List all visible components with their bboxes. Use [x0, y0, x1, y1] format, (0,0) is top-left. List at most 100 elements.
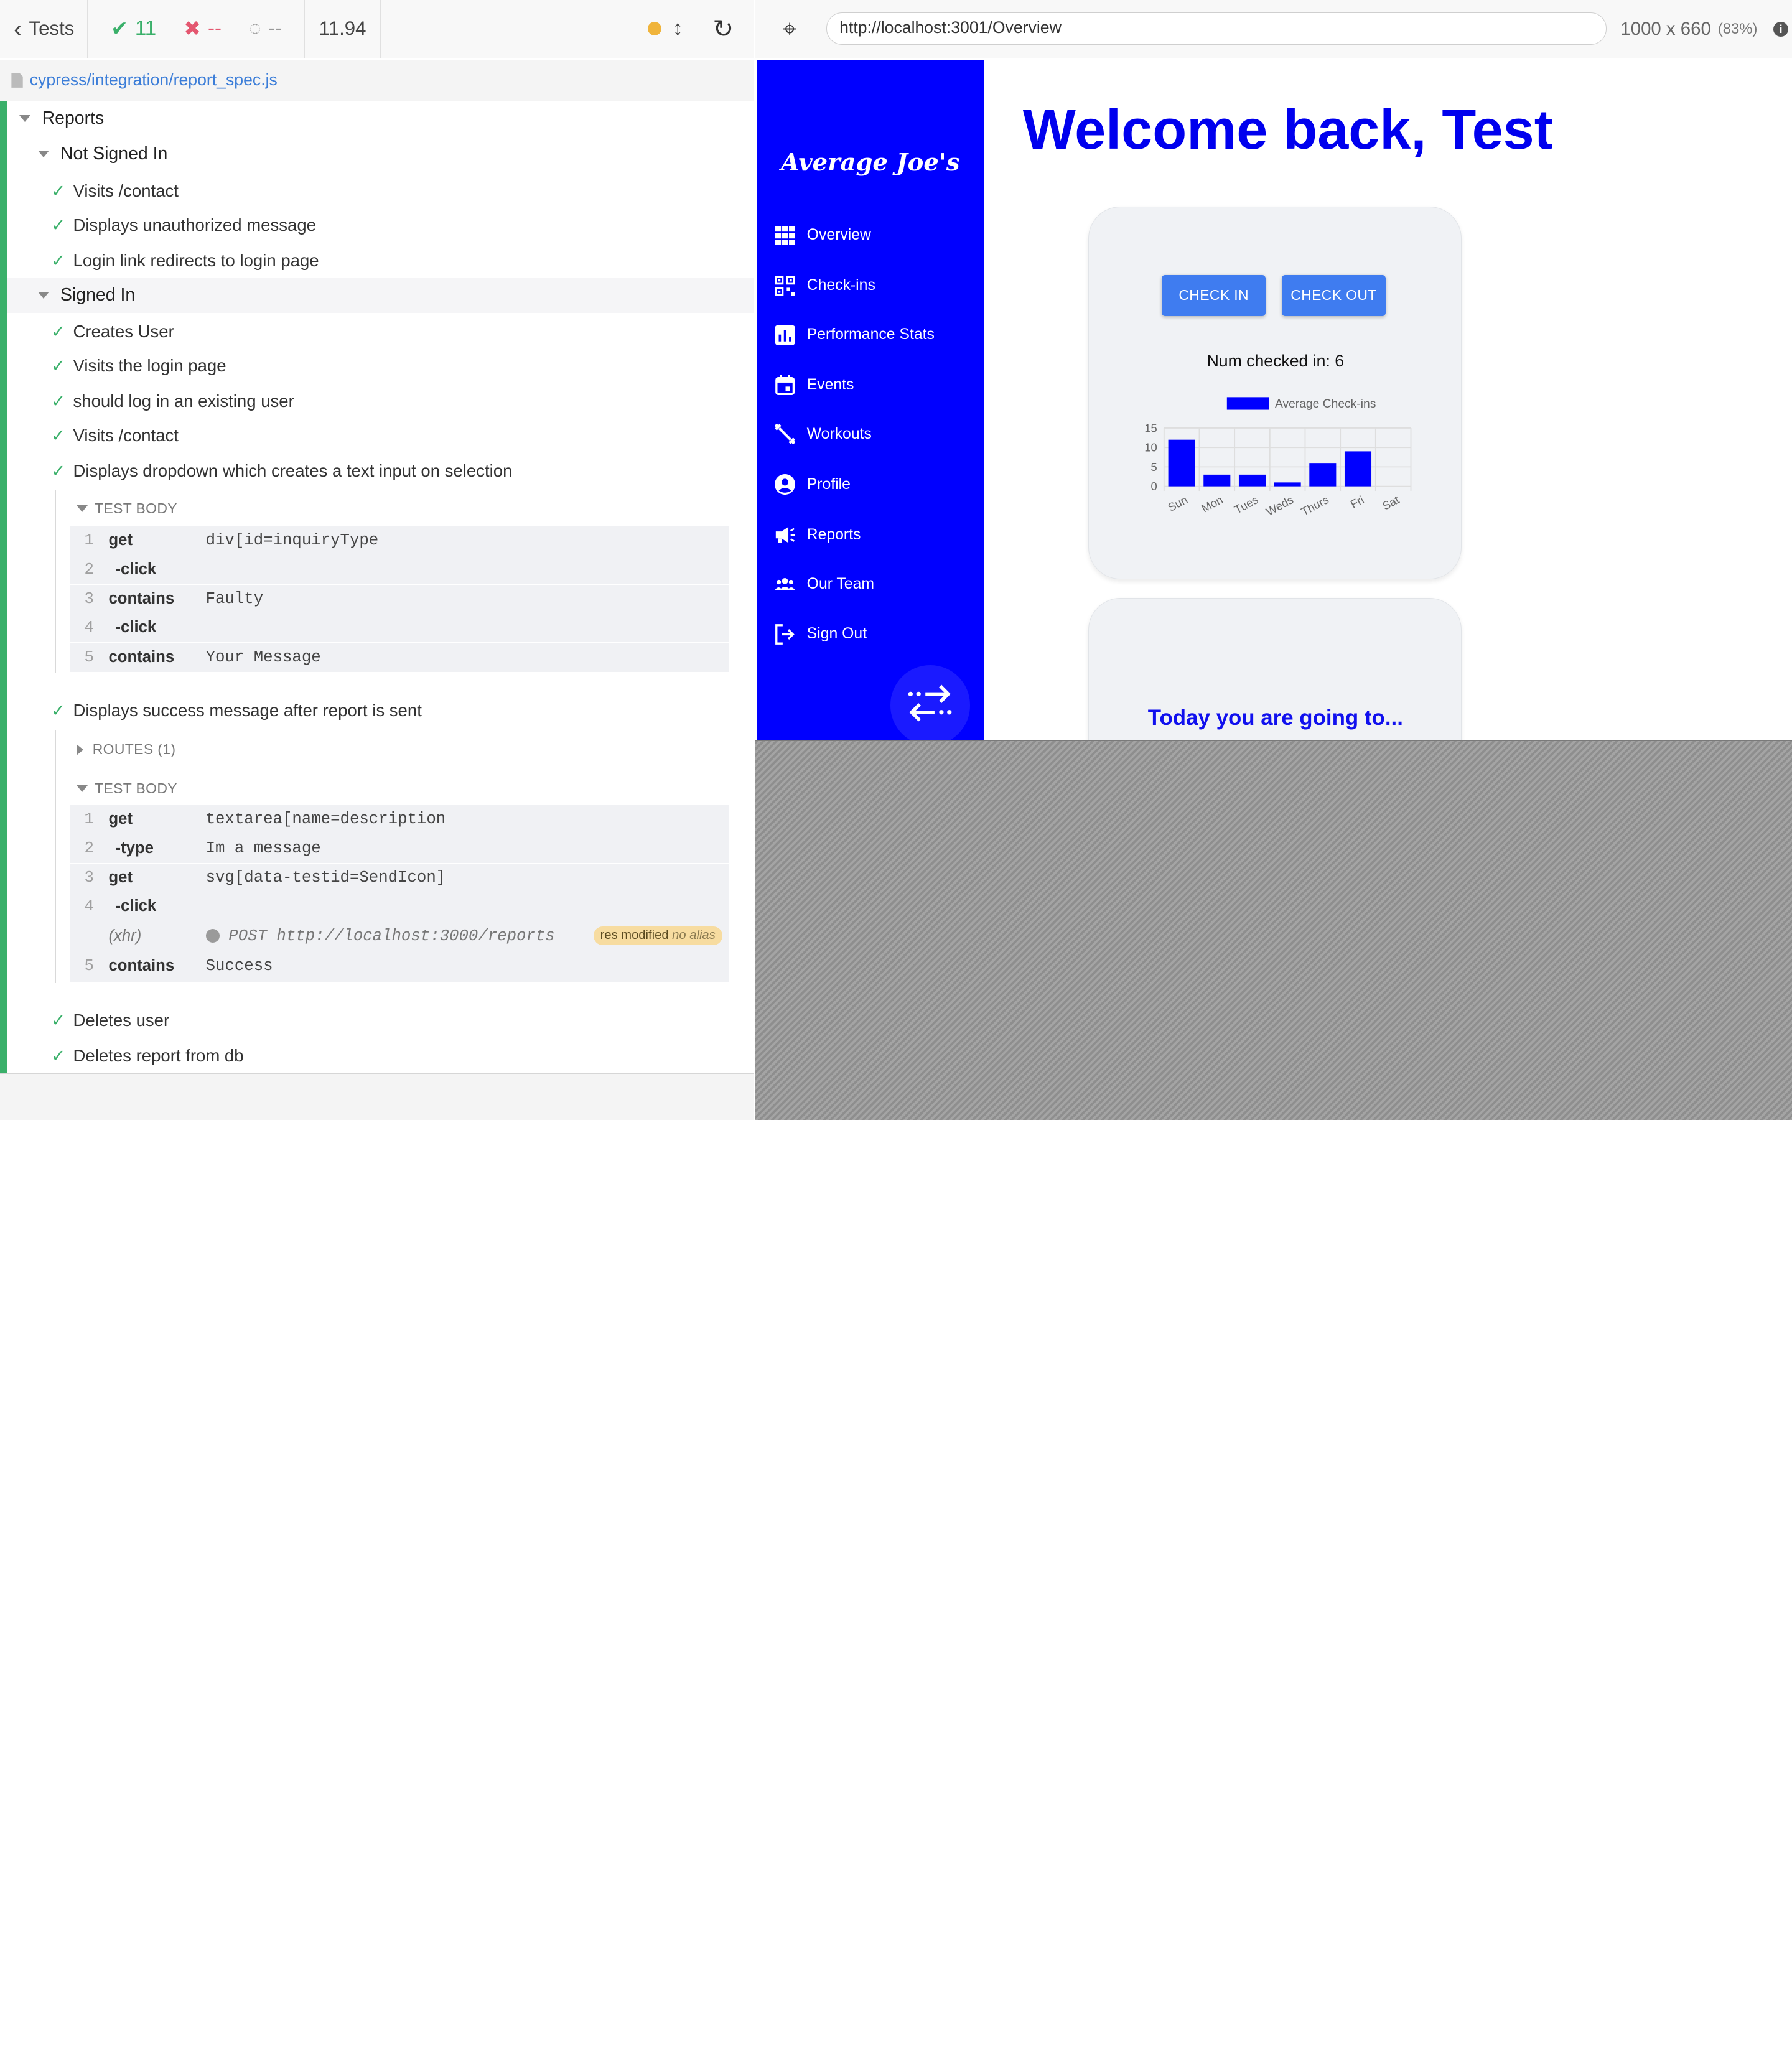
check-out-button[interactable]: CHECK OUT	[1281, 274, 1386, 316]
nav-sign-out[interactable]: Sign Out	[775, 620, 867, 648]
command-number: 4	[84, 618, 94, 637]
resize-vertical-icon[interactable]: ↕	[673, 17, 683, 40]
test-body-toggle[interactable]: TEST BODY	[7, 500, 754, 518]
command-name: -click	[115, 560, 157, 578]
command-number: 2	[84, 839, 94, 857]
reporter-panel: ‹ Tests ✔ 11 ✖ -- ◌ -- 11.94 ↕ ↻ cypress/in…	[0, 0, 755, 1120]
test-item[interactable]: ✓ Displays unauthorized message	[7, 213, 754, 236]
nav-performance-stats[interactable]: Performance Stats	[775, 321, 935, 348]
command-number: 1	[84, 531, 94, 549]
swap-arrows-button[interactable]	[890, 665, 971, 741]
group-icon	[775, 574, 796, 594]
suite-title: Signed In	[60, 285, 136, 306]
test-title: Login link redirects to login page	[73, 250, 319, 270]
passed-count: 11	[134, 17, 157, 40]
chart-y-ticks: 15 10 5 0	[1144, 421, 1157, 493]
test-item[interactable]: ✓ Visits the login page	[7, 354, 754, 377]
suite-reports[interactable]: Reports	[7, 108, 754, 131]
test-item[interactable]: ✓ Deletes report from db	[7, 1045, 754, 1068]
nav-check-ins[interactable]: Check-ins	[775, 272, 875, 299]
command-row[interactable]: 3 get svg[data-testid=SendIcon]	[70, 862, 729, 892]
check-in-button[interactable]: CHECK IN	[1162, 274, 1266, 316]
suite-title: Reports	[42, 108, 105, 129]
spec-path-bar: cypress/integration/report_spec.js	[0, 59, 755, 102]
test-item[interactable]: ✓ Visits /contact	[7, 424, 754, 447]
command-row[interactable]: 2 -click	[70, 555, 729, 584]
command-row[interactable]: 1 get div[id=inquiryType	[70, 526, 729, 555]
pending-count: --	[268, 17, 282, 40]
test-title: Deletes report from db	[73, 1046, 244, 1066]
command-row[interactable]: 4 -click	[70, 613, 729, 642]
route-badge: res modified no alias	[593, 926, 722, 946]
command-row[interactable]: 5 contains Success	[70, 951, 729, 980]
command-name: contains	[108, 589, 175, 607]
command-row[interactable]: 1 get textarea[name=description	[70, 805, 729, 834]
welcome-heading: Welcome back, Test	[1022, 98, 1553, 161]
x-tick-label: Tues	[1232, 493, 1260, 516]
suite-not-signed-in[interactable]: Not Signed In	[7, 143, 754, 166]
test-item[interactable]: ✓ Visits /contact	[7, 179, 754, 202]
command-name: get	[108, 869, 133, 887]
aut-header: ⌖ http://localhost:3001/Overview 1000 x …	[755, 0, 1792, 58]
selector-playground-icon[interactable]: ⌖	[777, 16, 802, 41]
command-message: div[id=inquiryType	[205, 531, 379, 549]
nav-events[interactable]: Events	[775, 371, 854, 399]
check-icon: ✓	[51, 215, 66, 235]
command-number: 3	[84, 869, 94, 887]
section-label: ROUTES (1)	[92, 741, 176, 758]
check-icon: ✓	[51, 1046, 66, 1066]
passed-stat: ✔ 11	[111, 16, 156, 41]
nav-label: Reports	[806, 526, 861, 543]
nav-label: Profile	[806, 475, 851, 493]
y-tick-label: 10	[1144, 441, 1157, 454]
command-row[interactable]: 4 -click	[70, 892, 729, 921]
empty-viewport-area	[755, 740, 1792, 1120]
command-row[interactable]: 5 contains Your Message	[70, 642, 729, 671]
url-bar[interactable]: http://localhost:3001/Overview	[826, 12, 1607, 45]
nav-label: Overview	[806, 226, 871, 244]
reload-icon[interactable]: ↻	[712, 14, 734, 44]
caret-down-icon	[37, 292, 49, 299]
x-tick-label: Fri	[1348, 493, 1366, 511]
command-row[interactable]: 2 -type Im a message	[70, 834, 729, 863]
test-title: Visits the login page	[73, 355, 226, 375]
info-icon[interactable]: i	[1773, 21, 1789, 37]
routes-toggle[interactable]: ROUTES (1)	[7, 740, 754, 758]
test-title: Visits /contact	[73, 180, 179, 200]
duration: 11.94	[305, 0, 381, 58]
nav-our-team[interactable]: Our Team	[775, 571, 874, 598]
test-item[interactable]: ✓ Creates User	[7, 320, 754, 343]
reporter-footer	[0, 1073, 755, 1120]
command-row[interactable]: 3 contains Faulty	[70, 584, 729, 613]
dumbbell-icon	[775, 424, 796, 445]
failed-stat: ✖ --	[184, 16, 222, 41]
test-body-toggle[interactable]: TEST BODY	[7, 780, 754, 798]
bar-weds	[1274, 482, 1301, 487]
test-item[interactable]: ✓ Displays success message after report i…	[7, 699, 754, 722]
test-item[interactable]: ✓ should log in an existing user	[7, 389, 754, 413]
nav-profile[interactable]: Profile	[775, 471, 851, 498]
logout-icon	[775, 624, 795, 645]
nav-reports[interactable]: Reports	[775, 521, 861, 549]
bar-mon	[1203, 474, 1231, 487]
nav-overview[interactable]: Overview	[775, 222, 871, 249]
viewport-size: 1000 x 660	[1620, 18, 1711, 39]
nav-workouts[interactable]: Workouts	[775, 421, 872, 448]
caret-down-icon	[77, 785, 88, 792]
chart-grid	[1163, 427, 1412, 491]
tests-button[interactable]: ‹ Tests	[0, 0, 88, 58]
test-tree: Reports Not Signed In ✓ Visits /contact ✓…	[0, 101, 755, 1075]
check-icon: ✓	[51, 701, 66, 721]
badge-label: res modified	[600, 928, 669, 943]
test-item[interactable]: ✓ Login link redirects to login page	[7, 249, 754, 272]
spec-path-link[interactable]: cypress/integration/report_spec.js	[30, 70, 278, 90]
caret-down-icon	[37, 151, 49, 158]
command-number: 5	[84, 648, 94, 666]
bar-chart-icon	[775, 325, 795, 345]
test-title: should log in an existing user	[73, 391, 294, 411]
brand-logo: Average Joe's	[780, 148, 960, 177]
suite-signed-in[interactable]: Signed In	[7, 278, 755, 314]
test-item[interactable]: ✓ Displays dropdown which creates a text …	[7, 459, 754, 482]
test-item[interactable]: ✓ Deletes user	[7, 1009, 754, 1032]
xhr-command-row[interactable]: (xhr) POST http://localhost:3000/reports…	[70, 921, 729, 950]
